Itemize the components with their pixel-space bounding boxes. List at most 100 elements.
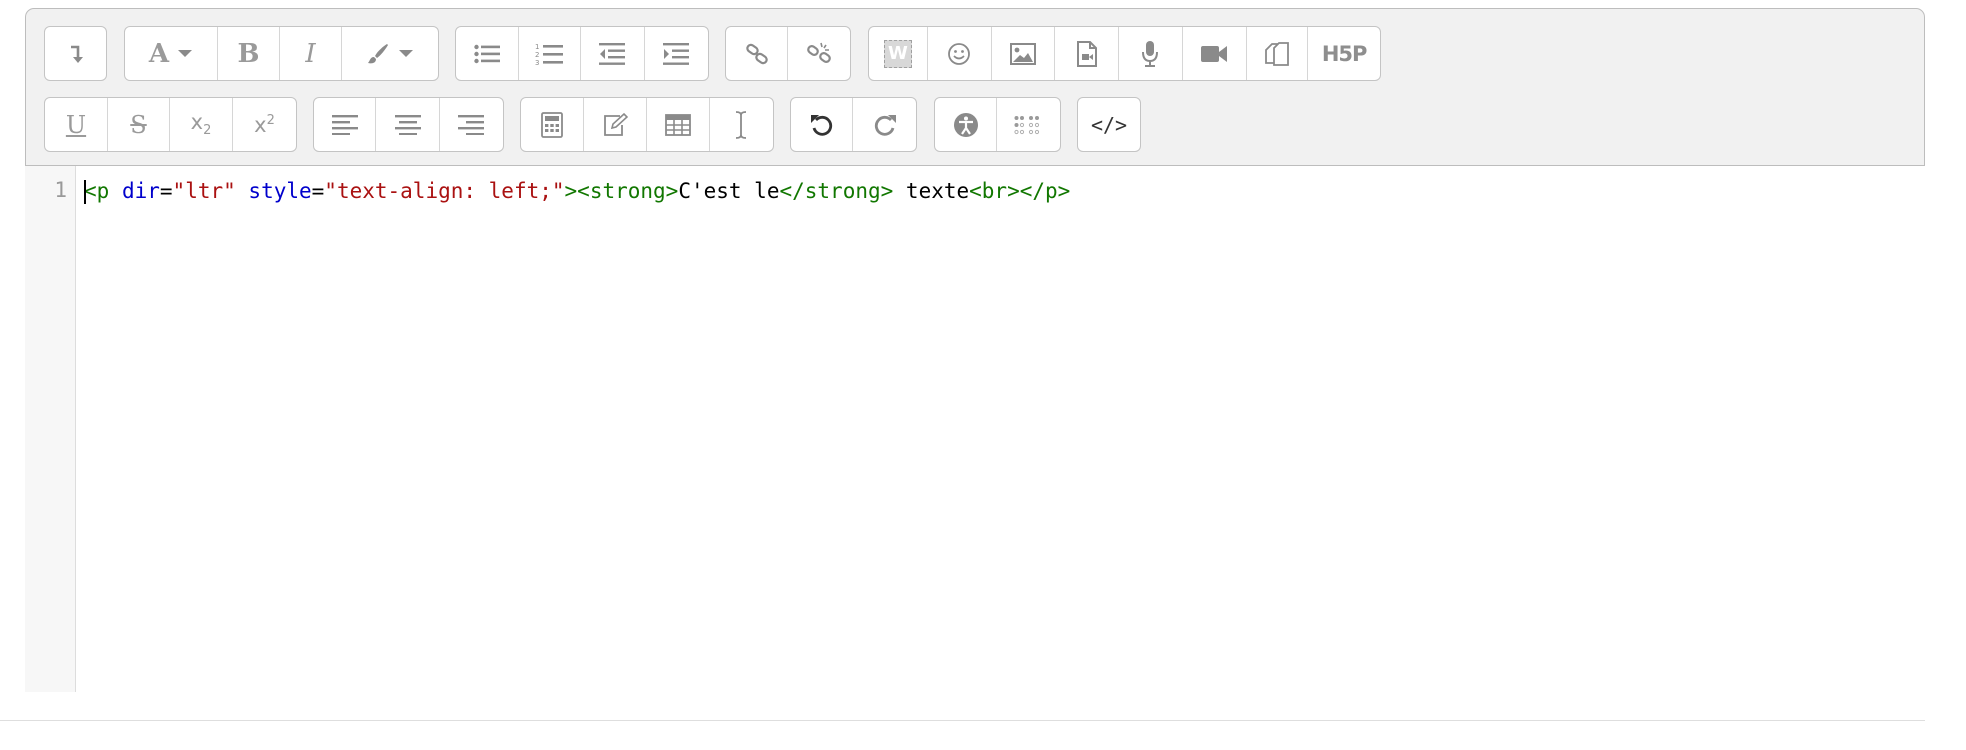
code-token-tag: <br> xyxy=(969,179,1020,203)
manage-files-button[interactable] xyxy=(1247,27,1309,80)
code-icon: </> xyxy=(1090,112,1128,137)
text-cursor-icon xyxy=(736,110,747,139)
files-icon xyxy=(1264,41,1289,66)
subscript-button[interactable]: x2 xyxy=(170,98,233,151)
redo-button[interactable] xyxy=(853,98,916,151)
media-button[interactable] xyxy=(1055,27,1120,80)
underline-icon: U xyxy=(65,110,87,139)
subscript-icon: x2 xyxy=(190,110,212,139)
code-line[interactable]: <p dir="ltr" style="text-align: left;"><… xyxy=(84,178,1070,204)
unordered-list-button[interactable] xyxy=(456,27,519,80)
toolbar-group-style: A B I xyxy=(124,26,439,81)
smiley-icon xyxy=(948,42,971,65)
bold-icon: B xyxy=(237,38,260,69)
screenreader-helper-button[interactable] xyxy=(997,98,1060,151)
calculator-icon xyxy=(540,111,563,138)
chevron-down-icon xyxy=(399,49,413,57)
code-token-tag: </p> xyxy=(1019,179,1071,203)
undo-button[interactable] xyxy=(791,98,854,151)
toolbar-group-accessibility xyxy=(934,97,1061,152)
bold-button[interactable]: B xyxy=(218,27,280,80)
code-token-attr: style xyxy=(248,179,312,203)
toolbar-group-font-decoration: U S x2 x2 xyxy=(44,97,297,152)
bullet-list-icon xyxy=(474,44,500,63)
editor-toolbar: A B I 1 2 3 W H5P U S x2 x2 </> xyxy=(25,8,1925,166)
code-token-attr: dir xyxy=(121,179,160,203)
unlink-button[interactable] xyxy=(788,27,850,80)
arrow-down-icon xyxy=(70,45,83,63)
accessibility-checker-button[interactable] xyxy=(935,98,998,151)
link-button[interactable] xyxy=(726,27,789,80)
microphone-icon xyxy=(1142,40,1159,67)
toolbar-group-insert: W H5P xyxy=(868,26,1381,81)
text-color-button[interactable] xyxy=(342,27,438,80)
outdent-button[interactable] xyxy=(581,27,645,80)
text-cursor xyxy=(84,180,86,204)
numbered-list-icon: 1 2 3 xyxy=(535,43,564,66)
italic-button[interactable]: I xyxy=(280,27,342,80)
video-camera-icon xyxy=(1201,45,1228,62)
record-video-button[interactable] xyxy=(1183,27,1247,80)
line-number: 1 xyxy=(54,178,67,202)
code-token-equals: = xyxy=(159,179,173,203)
indent-button[interactable] xyxy=(645,27,708,80)
toolbar-group-align xyxy=(313,97,504,152)
link-icon xyxy=(745,43,768,64)
code-token-equals: = xyxy=(311,179,325,203)
code-token-string: "ltr" xyxy=(172,179,236,203)
code-token-tag: > xyxy=(564,179,578,203)
code-token-tag: </strong> xyxy=(779,179,894,203)
underline-button[interactable]: U xyxy=(45,98,108,151)
strikethrough-button[interactable]: S xyxy=(108,98,170,151)
code-token-tag: <strong> xyxy=(577,179,679,203)
toolbar-group-links xyxy=(725,26,851,81)
align-left-button[interactable] xyxy=(314,98,377,151)
svg-text:1: 1 xyxy=(535,43,539,51)
braille-icon xyxy=(1013,115,1039,134)
toolbar-group-lists: 1 2 3 xyxy=(455,26,709,81)
paintbrush-icon xyxy=(368,43,388,63)
undo-icon xyxy=(810,114,832,136)
svg-text:3: 3 xyxy=(535,59,539,66)
h5p-icon: H5P xyxy=(1321,41,1368,66)
code-token-string: "text-align: left;" xyxy=(324,179,565,203)
equation-button[interactable] xyxy=(521,98,584,151)
align-left-icon xyxy=(331,114,358,135)
edit-icon xyxy=(603,112,628,136)
record-audio-button[interactable] xyxy=(1119,27,1183,80)
table-button[interactable] xyxy=(647,98,710,151)
indent-icon xyxy=(663,42,690,65)
code-token-text: texte xyxy=(893,179,970,203)
accessibility-icon xyxy=(953,112,978,137)
clear-formatting-button[interactable] xyxy=(710,98,773,151)
toolbar-group-undo xyxy=(790,97,917,152)
toolbar-toggle-button[interactable] xyxy=(45,27,106,80)
chevron-down-icon xyxy=(178,49,193,57)
redo-icon xyxy=(874,114,896,136)
ordered-list-button[interactable]: 1 2 3 xyxy=(519,27,581,80)
superscript-button[interactable]: x2 xyxy=(233,98,296,151)
html-source-button[interactable]: </> xyxy=(1078,98,1140,151)
outdent-icon xyxy=(599,42,626,65)
image-button[interactable] xyxy=(992,27,1056,80)
align-right-icon xyxy=(458,114,485,135)
wiki-link-button[interactable]: W xyxy=(869,27,928,80)
font-style-button[interactable]: A xyxy=(125,27,218,80)
html-source-editor[interactable]: 1 <p dir="ltr" style="text-align: left;"… xyxy=(25,166,1925,692)
special-character-button[interactable] xyxy=(584,98,647,151)
file-video-icon xyxy=(1076,40,1097,67)
align-center-button[interactable] xyxy=(376,98,440,151)
toolbar-group-insert-extra xyxy=(520,97,774,152)
image-icon xyxy=(1009,42,1036,65)
h5p-button[interactable]: H5P xyxy=(1308,27,1380,80)
code-token-tag: <p xyxy=(84,179,110,203)
align-center-icon xyxy=(394,114,421,135)
superscript-icon: x2 xyxy=(254,112,275,137)
unlink-icon xyxy=(807,42,831,63)
table-icon xyxy=(664,113,691,136)
align-right-button[interactable] xyxy=(440,98,503,151)
line-number-gutter: 1 xyxy=(25,166,76,692)
divider xyxy=(0,720,1925,721)
toolbar-group-collapse xyxy=(44,26,107,81)
emoji-button[interactable] xyxy=(928,27,992,80)
